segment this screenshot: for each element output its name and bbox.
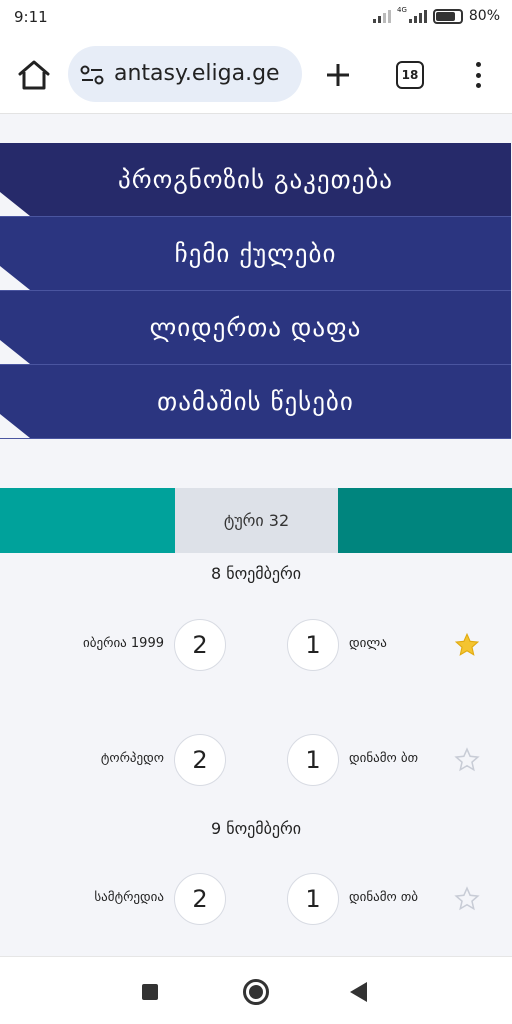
signal-icon-2 <box>408 9 427 23</box>
away-score-input[interactable]: 1 <box>287 734 339 786</box>
browser-toolbar: antasy.eliga.ge 18 <box>0 36 512 114</box>
system-navigation-bar <box>0 956 512 1024</box>
tab-switcher-button[interactable]: 18 <box>396 61 424 89</box>
home-button-icon[interactable] <box>243 979 269 1005</box>
next-round-tab[interactable] <box>338 488 512 553</box>
recent-apps-icon[interactable] <box>142 984 158 1000</box>
star-outline-icon[interactable] <box>454 747 480 773</box>
address-bar[interactable]: antasy.eliga.ge <box>68 46 302 102</box>
match-row: სამტრედია 2 1 დინამო თბ <box>0 873 512 927</box>
nav-label: პროგნოზის გაკეთება <box>118 165 393 194</box>
battery-level: 80% <box>468 8 500 24</box>
home-score-input[interactable]: 2 <box>174 619 226 671</box>
network-type: 4G <box>396 6 407 14</box>
match-date-heading: 9 ნოემბერი <box>210 819 302 838</box>
more-menu-icon[interactable] <box>468 60 488 90</box>
battery-icon <box>432 8 463 24</box>
url-visible: antasy.eliga.ge <box>114 61 280 86</box>
nav-label: ჩემი ქულები <box>174 239 337 268</box>
away-team: დილა <box>349 636 387 651</box>
star-filled-icon[interactable] <box>454 632 480 658</box>
match-row: იბერია 1999 2 1 დილა <box>0 619 512 673</box>
nav-label: ლიდერთა დაფა <box>149 313 362 342</box>
home-team: იბერია 1999 <box>83 636 164 651</box>
previous-round-tab[interactable] <box>0 488 175 553</box>
round-selector: ტური 32 <box>0 488 512 553</box>
status-indicators: 4G 80% <box>372 6 500 24</box>
away-team: დინამო თბ <box>349 890 419 905</box>
status-bar: 9:11 4G 80% <box>0 0 512 36</box>
away-score-input[interactable]: 1 <box>287 873 339 925</box>
home-score-input[interactable]: 2 <box>174 873 226 925</box>
site-settings-icon[interactable] <box>80 64 104 86</box>
current-round-tab[interactable]: ტური 32 <box>175 488 338 553</box>
nav-my-points[interactable]: ჩემი ქულები <box>0 217 511 291</box>
signal-icon <box>372 9 391 23</box>
match-row: ტორპედო 2 1 დინამო ბთ <box>0 734 512 788</box>
main-menu: პროგნოზის გაკეთება ჩემი ქულები ლიდერთა დ… <box>0 143 512 439</box>
home-score-input[interactable]: 2 <box>174 734 226 786</box>
away-team: დინამო ბთ <box>349 751 419 766</box>
nav-game-rules[interactable]: თამაშის წესები <box>0 365 511 439</box>
home-team: ტორპედო <box>100 751 164 766</box>
url-text[interactable]: antasy.eliga.ge <box>114 61 280 86</box>
back-icon[interactable] <box>350 982 367 1002</box>
home-team: სამტრედია <box>94 890 164 905</box>
star-outline-icon[interactable] <box>454 886 480 912</box>
home-icon[interactable] <box>16 58 52 92</box>
status-time: 9:11 <box>14 8 48 26</box>
nav-leaderboard[interactable]: ლიდერთა დაფა <box>0 291 511 365</box>
match-date-heading: 8 ნოემბერი <box>210 564 302 583</box>
new-tab-icon[interactable] <box>322 60 354 90</box>
away-score-input[interactable]: 1 <box>287 619 339 671</box>
nav-label: თამაშის წესები <box>157 387 354 416</box>
nav-make-prediction[interactable]: პროგნოზის გაკეთება <box>0 143 511 217</box>
